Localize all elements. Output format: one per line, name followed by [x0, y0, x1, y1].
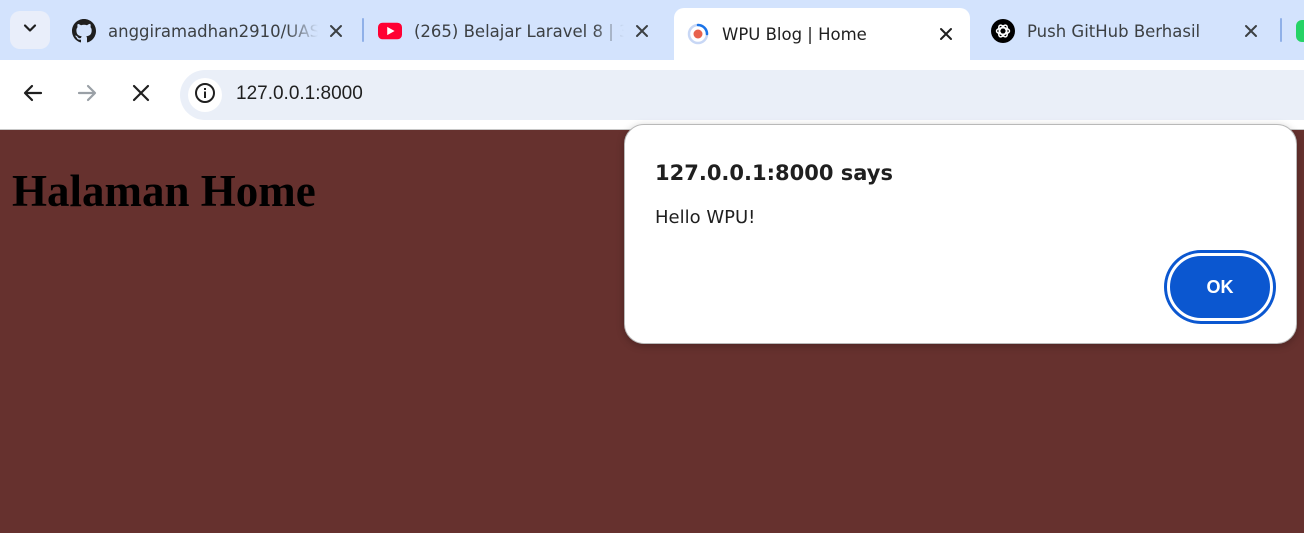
chevron-down-icon: [22, 20, 38, 40]
tab-separator: [1280, 18, 1282, 42]
close-icon[interactable]: [324, 19, 348, 43]
chatgpt-icon: [991, 19, 1015, 43]
back-button[interactable]: [13, 75, 53, 115]
tab-search-button[interactable]: [10, 11, 50, 49]
loading-favicon-icon: [686, 22, 710, 46]
stop-loading-button[interactable]: [121, 75, 161, 115]
tab-wpu-blog[interactable]: WPU Blog | Home: [674, 8, 970, 60]
tab-title: Push GitHub Berhasil: [1027, 21, 1201, 41]
info-icon: [194, 82, 216, 108]
dialog-title: 127.0.0.1:8000 says: [655, 161, 893, 185]
url-text[interactable]: 127.0.0.1:8000: [236, 83, 363, 105]
address-bar[interactable]: 127.0.0.1:8000: [180, 70, 1304, 120]
ok-button[interactable]: OK: [1167, 253, 1273, 321]
arrow-left-icon: [22, 82, 44, 108]
dialog-message: Hello WPU!: [655, 207, 756, 228]
alert-dialog: 127.0.0.1:8000 says Hello WPU! OK: [624, 124, 1297, 344]
forward-button[interactable]: [67, 75, 107, 115]
github-icon: [72, 19, 96, 43]
tab-title: WPU Blog | Home: [722, 24, 867, 44]
youtube-icon: [378, 19, 402, 43]
close-icon[interactable]: [934, 22, 958, 46]
page-title: Halaman Home: [12, 166, 316, 216]
whatsapp-icon[interactable]: [1296, 20, 1304, 42]
tab-github[interactable]: anggiramadhan2910/UAS: [60, 10, 360, 52]
browser-toolbar: 127.0.0.1:8000: [0, 60, 1304, 130]
tab-youtube[interactable]: (265) Belajar Laravel 8 | 3: [366, 10, 666, 52]
tab-chatgpt[interactable]: Push GitHub Berhasil: [979, 10, 1275, 52]
site-info-button[interactable]: [188, 78, 222, 112]
tab-strip: anggiramadhan2910/UAS (265) Belajar Lara…: [0, 0, 1304, 60]
tab-title: anggiramadhan2910/UAS: [108, 21, 318, 41]
close-icon: [132, 84, 150, 106]
close-icon[interactable]: [630, 19, 654, 43]
tab-separator: [362, 18, 364, 42]
arrow-right-icon: [76, 82, 98, 108]
tab-title: (265) Belajar Laravel 8 | 3: [414, 21, 624, 41]
close-icon[interactable]: [1239, 19, 1263, 43]
